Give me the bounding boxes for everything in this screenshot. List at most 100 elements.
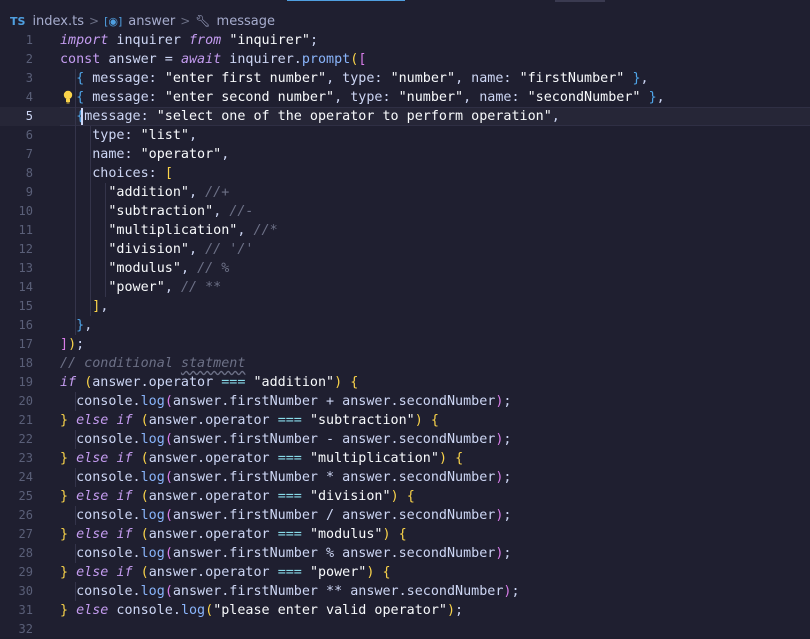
code-token: inquirer.: [221, 52, 302, 67]
code-token: }: [648, 90, 657, 105]
code-text: console.log(answer.firstNumber % answer.…: [60, 544, 511, 563]
code-token: ,: [221, 147, 230, 162]
code-token: ===: [277, 565, 302, 580]
code-text: "division", // '/': [60, 240, 253, 259]
code-line[interactable]: 13 "modulus", // %: [0, 259, 810, 278]
line-number: 25: [18, 489, 33, 503]
code-token: else: [76, 527, 109, 542]
code-token: console.: [60, 432, 141, 447]
line-number: 1: [25, 33, 33, 47]
breadcrumb-symbol-message[interactable]: 🔧︎ message: [195, 14, 275, 29]
code-token: ): [446, 603, 456, 618]
code-line[interactable]: 27} else if (answer.operator === "modulu…: [0, 525, 810, 544]
code-token: "power": [108, 280, 165, 295]
code-line[interactable]: 23} else if (answer.operator === "multip…: [0, 449, 810, 468]
line-number: 10: [18, 204, 33, 218]
code-line[interactable]: 28 console.log(answer.firstNumber % answ…: [0, 544, 810, 563]
line-number: 24: [18, 470, 33, 484]
code-line[interactable]: 21} else if (answer.operator === "subtra…: [0, 411, 810, 430]
breadcrumb: TS index.ts > [◉] answer > 🔧︎ message: [0, 11, 275, 31]
code-token: ,: [640, 71, 649, 86]
code-line[interactable]: 20 console.log(answer.firstNumber + answ…: [0, 392, 810, 411]
code-token: }: [76, 318, 85, 333]
code-token: (: [164, 432, 173, 447]
code-token: ;: [309, 33, 318, 48]
code-token: , type:: [334, 90, 399, 105]
code-token: ,: [237, 223, 254, 238]
code-line[interactable]: 8 choices: [: [0, 164, 810, 183]
code-line[interactable]: 31} else console.log("please enter valid…: [0, 601, 810, 620]
code-line[interactable]: 5 {message: "select one of the operator …: [0, 107, 810, 126]
code-area[interactable]: 1 import inquirer from "inquirer"; 2 const …: [0, 31, 810, 639]
chevron-right-icon: >: [180, 14, 191, 28]
code-line[interactable]: 24 console.log(answer.firstNumber * answ…: [0, 468, 810, 487]
code-line[interactable]: 6 type: "list",: [0, 126, 810, 145]
code-text: import inquirer from "inquirer";: [60, 31, 318, 50]
breadcrumb-symbol-answer[interactable]: [◉] answer: [104, 14, 175, 29]
code-token: "inquirer": [229, 33, 310, 48]
code-token: ;: [511, 584, 520, 599]
code-text: console.log(answer.firstNumber - answer.…: [60, 430, 511, 449]
code-line[interactable]: 1 import inquirer from "inquirer";: [0, 31, 810, 50]
code-line[interactable]: 10 "subtraction", //-: [0, 202, 810, 221]
code-token: log: [140, 432, 165, 447]
code-token: (: [164, 508, 173, 523]
code-line[interactable]: 16 },: [0, 316, 810, 335]
code-line[interactable]: 3 { message: "enter first number", type:…: [0, 69, 810, 88]
line-number: 19: [18, 375, 33, 389]
code-line[interactable]: 29} else if (answer.operator === "power"…: [0, 563, 810, 582]
code-token: "number": [390, 71, 456, 86]
code-line[interactable]: 2 const answer = await inquirer.prompt([: [0, 50, 810, 69]
code-editor[interactable]: TS index.ts > [◉] answer > 🔧︎ message 1 i…: [0, 0, 810, 637]
line-number: 14: [18, 280, 33, 294]
code-token: ): [334, 375, 343, 390]
code-text: } else console.log("please enter valid o…: [60, 601, 463, 620]
code-token: (: [140, 527, 149, 542]
code-token: prompt: [301, 52, 351, 67]
code-token: ,: [164, 280, 181, 295]
code-token: }: [632, 71, 641, 86]
code-line[interactable]: 19 if (answer.operator === "addition") {: [0, 373, 810, 392]
code-token: await: [180, 52, 222, 67]
code-line[interactable]: 22 console.log(answer.firstNumber - answ…: [0, 430, 810, 449]
code-line[interactable]: 17]);: [0, 335, 810, 354]
code-token: "operator": [140, 147, 222, 162]
code-text: { message: "enter second number", type: …: [60, 88, 665, 107]
line-number: 29: [18, 565, 33, 579]
code-line[interactable]: 11 "multiplication", //*: [0, 221, 810, 240]
code-line[interactable]: 4 { message: "enter second number", type…: [0, 88, 810, 107]
code-token: , type:: [326, 71, 391, 86]
lightbulb-icon[interactable]: [63, 90, 73, 104]
code-line[interactable]: 26 console.log(answer.firstNumber / answ…: [0, 506, 810, 525]
code-text: { message: "enter first number", type: "…: [60, 69, 649, 88]
code-token: ,: [551, 109, 560, 124]
code-line[interactable]: 12 "division", // '/': [0, 240, 810, 259]
code-line[interactable]: 18 // conditional statment: [0, 354, 810, 373]
code-token: log: [140, 470, 165, 485]
code-line[interactable]: 32: [0, 620, 810, 639]
code-line[interactable]: 14 "power", // **: [0, 278, 810, 297]
code-line[interactable]: 15 ],: [0, 297, 810, 316]
code-token: import: [60, 33, 109, 48]
code-token: if: [116, 565, 133, 580]
code-text: // conditional statment: [60, 354, 245, 373]
code-text: } else if (answer.operator === "modulus"…: [60, 525, 407, 544]
code-token: message:: [84, 90, 165, 105]
code-line[interactable]: 30 console.log(answer.firstNumber ** ans…: [0, 582, 810, 601]
code-token: message:: [84, 71, 165, 86]
code-line[interactable]: 7 name: "operator",: [0, 145, 810, 164]
code-token: ): [390, 489, 399, 504]
code-line[interactable]: 9 "addition", //+: [0, 183, 810, 202]
code-token: ]: [60, 337, 69, 352]
breadcrumb-symbol-label: answer: [128, 13, 176, 29]
code-token: }: [60, 527, 69, 542]
breadcrumb-file[interactable]: TS index.ts: [10, 14, 84, 29]
line-number: 3: [25, 71, 33, 85]
code-line[interactable]: 25} else if (answer.operator === "divisi…: [0, 487, 810, 506]
code-token: answer.firstNumber * answer.secondNumber: [172, 470, 496, 485]
